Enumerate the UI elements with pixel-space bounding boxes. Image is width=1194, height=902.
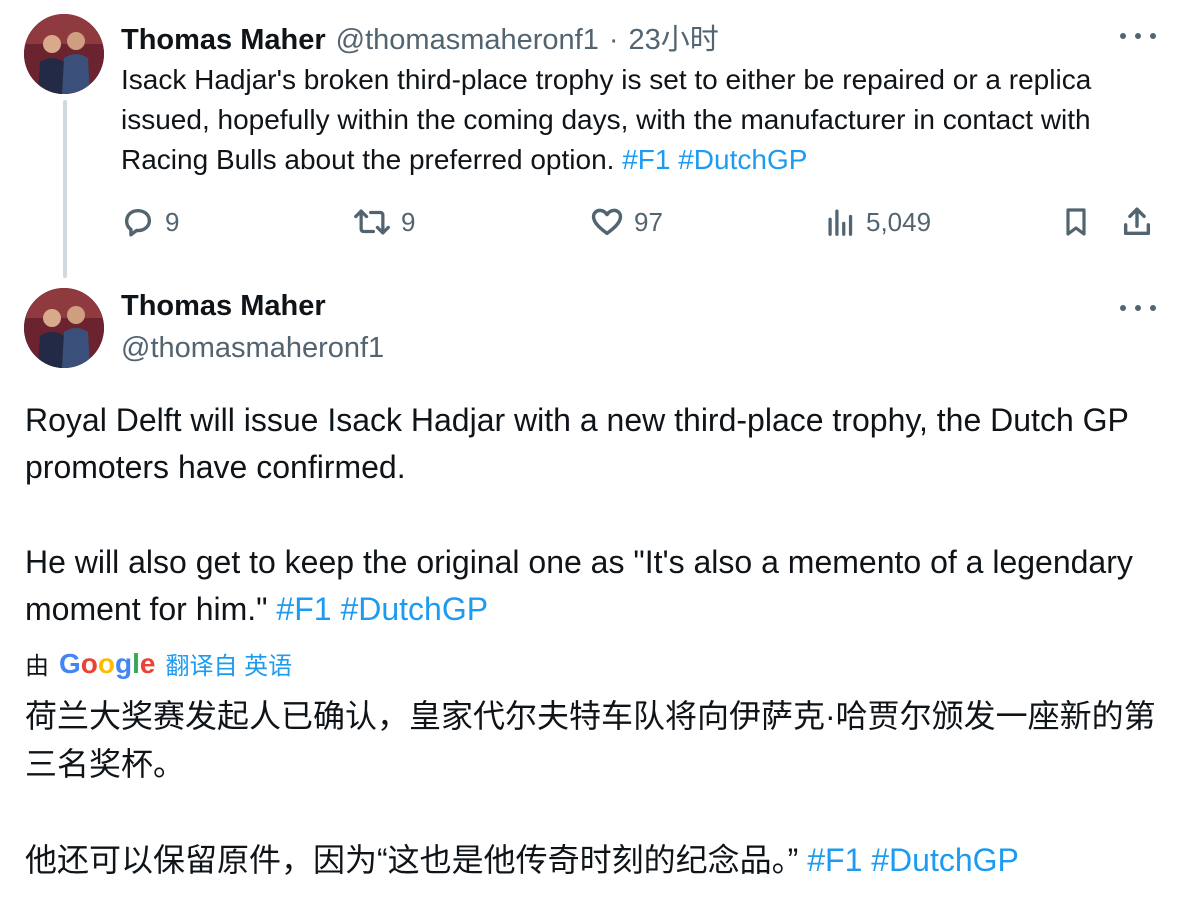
translation-source-link[interactable]: 翻译自 英语 <box>165 646 292 681</box>
bookmark-button[interactable] <box>1060 205 1092 239</box>
tweet-paragraph: He will also get to keep the original on… <box>25 539 1165 633</box>
google-logo: Google <box>59 647 156 679</box>
translated-paragraph: 他还可以保留原件，因为“这也是他传奇时刻的纪念品。” #F1 #DutchGP <box>25 836 1175 884</box>
views-button[interactable]: 5,049 <box>826 205 931 239</box>
translation-bar: 由 Google 翻译自 英语 <box>25 646 292 681</box>
like-button[interactable]: 97 <box>590 205 663 239</box>
more-icon[interactable] <box>1120 302 1156 314</box>
retweet-button[interactable]: 9 <box>353 205 415 239</box>
hashtag-link[interactable]: #F1 <box>622 144 670 175</box>
author-name[interactable]: Thomas Maher <box>121 24 326 57</box>
author-name[interactable]: Thomas Maher <box>121 290 326 323</box>
hashtag-link[interactable]: #F1 <box>807 842 862 878</box>
thread-line <box>63 100 67 278</box>
translated-paragraph: 荷兰大奖赛发起人已确认，皇家代尔夫特车队将向伊萨克·哈贾尔颁发一座新的第三名奖杯… <box>25 698 1156 782</box>
translated-text: 荷兰大奖赛发起人已确认，皇家代尔夫特车队将向伊萨克·哈贾尔颁发一座新的第三名奖杯… <box>25 692 1175 884</box>
more-icon[interactable] <box>1120 30 1156 42</box>
hashtag-link[interactable]: #F1 <box>276 591 331 627</box>
tweet-paragraph: Royal Delft will issue Isack Hadjar with… <box>25 402 1129 485</box>
tweet-header: Thomas Maher @thomasmaheronf1 · 23小时 <box>121 16 719 58</box>
like-count: 97 <box>634 206 663 237</box>
bookmark-icon <box>1066 208 1086 236</box>
hashtag-link[interactable]: #DutchGP <box>678 144 807 175</box>
view-count: 5,049 <box>866 206 932 237</box>
reply-button[interactable]: 9 <box>121 205 179 239</box>
separator: · <box>608 24 619 56</box>
tweet-body: Isack Hadjar's broken third-place trophy… <box>121 64 1092 175</box>
views-icon <box>828 209 853 236</box>
share-button[interactable] <box>1120 205 1154 239</box>
author-handle[interactable]: @thomasmaheronf1 <box>336 24 599 57</box>
tweet-text: Isack Hadjar's broken third-place trophy… <box>121 60 1161 180</box>
hashtag-link[interactable]: #DutchGP <box>871 842 1019 878</box>
tweet-paragraph-text: He will also get to keep the original on… <box>25 544 1133 627</box>
share-icon <box>1123 207 1151 236</box>
retweet-count: 9 <box>401 206 416 237</box>
reply-count: 9 <box>165 206 180 237</box>
reply-icon <box>124 208 152 237</box>
heart-icon <box>591 208 623 236</box>
translated-by-label: 由 <box>25 653 49 680</box>
timestamp[interactable]: 23小时 <box>629 16 719 58</box>
tweet-text: Royal Delft will issue Isack Hadjar with… <box>25 397 1165 633</box>
hashtag-link[interactable]: #DutchGP <box>340 591 488 627</box>
translated-paragraph-text: 他还可以保留原件，因为“这也是他传奇时刻的纪念品。” <box>25 842 799 878</box>
retweet-icon <box>354 209 390 235</box>
author-handle[interactable]: @thomasmaheronf1 <box>121 332 384 365</box>
avatar[interactable] <box>24 288 104 368</box>
avatar[interactable] <box>24 14 104 94</box>
